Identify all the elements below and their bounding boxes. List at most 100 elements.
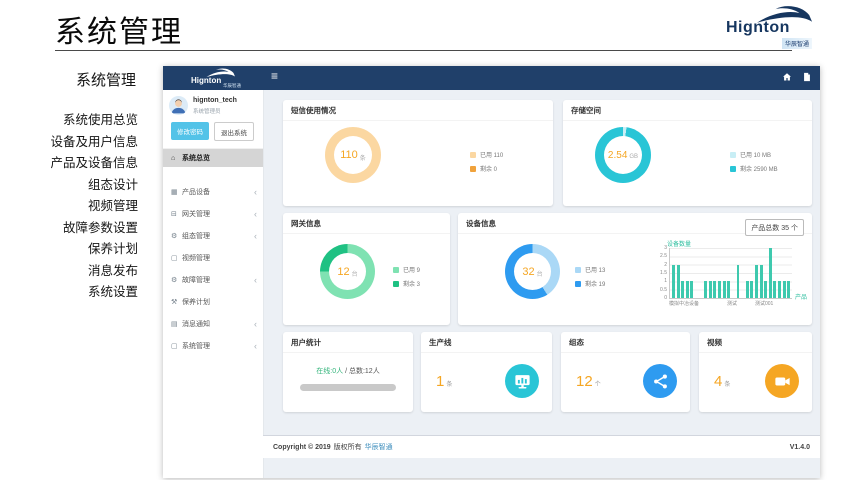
donut-unit: 台 — [352, 269, 358, 278]
config-icon: ⚙ — [171, 232, 182, 240]
sidebar-item[interactable]: ▤消息通知‹ — [163, 313, 263, 335]
message-icon: ▤ — [171, 320, 182, 328]
sidebar-item[interactable]: ⌂系统总览 — [163, 149, 263, 167]
bar — [737, 265, 740, 298]
sidebar-item[interactable]: ⚒保养计划 — [163, 291, 263, 313]
left-nav-item[interactable]: 系统设置 — [0, 282, 140, 304]
stat-value: 4 — [714, 373, 722, 390]
legend: 已用 13剩余 19 — [575, 265, 605, 293]
bar — [727, 281, 730, 298]
stat-unit: 条 — [446, 382, 452, 388]
donut-value: 2.54 — [608, 150, 627, 161]
device-bar-chart: 设备数量 32.521.510.50 模拟中冶设备测试测试001 产品 — [655, 235, 807, 323]
sidebar-logo[interactable]: Hignton 华辰智通 — [163, 66, 263, 90]
left-nav-item[interactable]: 设备及用户信息 — [0, 132, 140, 154]
left-nav-item[interactable]: 系统使用总览 — [0, 110, 140, 132]
dashboard-screenshot: Hignton 华辰智通 ≡ hignton_tech 系统管理员 修改密码 — [163, 66, 820, 478]
left-nav-item[interactable]: 产品及设备信息 — [0, 153, 140, 175]
logout-button[interactable]: 退出系统 — [214, 122, 254, 141]
x-tick-label: 测试001 — [755, 300, 773, 307]
sidebar-item-label: 组态管理 — [182, 231, 210, 241]
stat-value: 1 — [436, 373, 444, 390]
product-total-button[interactable]: 产品总数 35 个 — [745, 219, 804, 236]
gateway-donut-chart: 12台 — [320, 244, 375, 299]
bar — [746, 281, 749, 298]
bar — [704, 281, 707, 298]
legend: 已用 110剩余 0 — [470, 150, 503, 178]
sidebar-item-label: 保养计划 — [182, 297, 210, 307]
chevron-left-icon: ‹ — [254, 343, 257, 349]
legend-label: 剩余 3 — [403, 279, 420, 288]
avatar[interactable] — [169, 96, 188, 115]
left-nav-items: 系统使用总览设备及用户信息产品及设备信息组态设计视频管理故障参数设置保养计划消息… — [0, 110, 140, 304]
brand-subtitle: 华辰智通 — [223, 83, 241, 89]
left-nav-item[interactable]: 组态设计 — [0, 175, 140, 197]
sidebar-item[interactable]: ▢系统管理‹ — [163, 335, 263, 357]
sidebar-item[interactable]: ⚙故障管理‹ — [163, 269, 263, 291]
user-stats-card: 用户统计 在线:0人 / 总数:12人 — [283, 332, 413, 412]
legend-swatch — [393, 281, 399, 287]
bar — [778, 281, 781, 298]
title-divider — [55, 50, 792, 51]
bar — [709, 281, 712, 298]
home-icon[interactable] — [782, 72, 792, 82]
scada-share-icon — [643, 364, 677, 398]
video-card: 视频 4条 — [699, 332, 812, 412]
user-role: 系统管理员 — [193, 107, 221, 115]
legend-label: 剩余 0 — [480, 164, 497, 173]
bar — [787, 281, 790, 298]
left-nav-item[interactable]: 保养计划 — [0, 239, 140, 261]
bar-chart-plot — [669, 248, 792, 299]
donut-unit: 台 — [537, 269, 543, 278]
legend-item: 已用 13 — [575, 265, 605, 274]
x-tick-label: 模拟中冶设备 — [669, 300, 699, 307]
legend-item: 剩余 2590 MB — [730, 164, 778, 173]
company-link[interactable]: 华辰智通 — [365, 442, 393, 452]
rights-text: 版权所有 — [334, 442, 362, 452]
sidebar-item[interactable]: ⊟网关管理‹ — [163, 203, 263, 225]
sidebar-item-label: 故障管理 — [182, 275, 210, 285]
production-line-icon — [505, 364, 539, 398]
sidebar-item[interactable]: ⚙组态管理‹ — [163, 225, 263, 247]
left-nav-item[interactable]: 视频管理 — [0, 196, 140, 218]
dashboard-topbar: Hignton 华辰智通 ≡ — [163, 66, 820, 90]
legend-label: 已用 13 — [585, 265, 605, 274]
x-tick-label: 测试 — [727, 300, 737, 307]
left-nav-item[interactable]: 消息发布 — [0, 261, 140, 283]
device-card: 设备信息 产品总数 35 个 32台 已用 13剩余 19 设备数量 32.52… — [458, 213, 812, 325]
card-title: 生产线 — [421, 332, 552, 353]
change-password-button[interactable]: 修改密码 — [171, 122, 209, 140]
sidebar-menu: ⌂系统总览▦产品设备‹⊟网关管理‹⚙组态管理‹▢视频管理⚙故障管理‹⚒保养计划▤… — [163, 148, 263, 357]
bar — [677, 265, 680, 298]
bar — [764, 281, 767, 298]
left-nav-item[interactable]: 故障参数设置 — [0, 218, 140, 240]
donut-value: 12 — [337, 266, 349, 278]
left-nav-heading[interactable]: 系统管理 — [0, 69, 140, 90]
bar-chart-title: 设备数量 — [667, 239, 691, 248]
bar — [769, 248, 772, 298]
y-tick-label: 1 — [664, 278, 667, 284]
sidebar-item[interactable]: ▢视频管理 — [163, 247, 263, 269]
bar-chart-x-axis: 模拟中冶设备 测试 测试001 — [669, 300, 799, 308]
chevron-left-icon: ‹ — [254, 189, 257, 195]
legend-item: 剩余 3 — [393, 279, 420, 288]
device-donut-chart: 32台 — [505, 244, 560, 299]
page-title: 系统管理 — [55, 7, 183, 51]
sms-usage-card: 短信使用情况 110条 已用 110剩余 0 — [283, 100, 553, 206]
sidebar-item[interactable]: ▦产品设备‹ — [163, 181, 263, 203]
file-icon[interactable] — [802, 72, 812, 82]
sidebar-item-label: 系统总览 — [182, 153, 210, 163]
storage-card: 存储空间 2.54GB 已用 10 MB剩余 2590 MB — [563, 100, 812, 206]
legend-item: 已用 9 — [393, 265, 420, 274]
brand-logo: Hignton 华辰智通 — [722, 6, 816, 52]
bar-chart-y-axis: 32.521.510.50 — [655, 245, 667, 301]
bar — [755, 265, 758, 298]
bar — [713, 281, 716, 298]
card-title: 网关信息 — [283, 213, 450, 234]
users-progress-bar — [300, 384, 396, 391]
product-icon: ▦ — [171, 188, 182, 196]
page: 系统管理 Hignton 华辰智通 系统管理 系统使用总览设备及用户信息产品及设… — [0, 0, 842, 480]
legend-swatch — [730, 166, 736, 172]
y-tick-label: 3 — [664, 245, 667, 251]
sidebar-toggle-icon[interactable]: ≡ — [271, 69, 278, 83]
